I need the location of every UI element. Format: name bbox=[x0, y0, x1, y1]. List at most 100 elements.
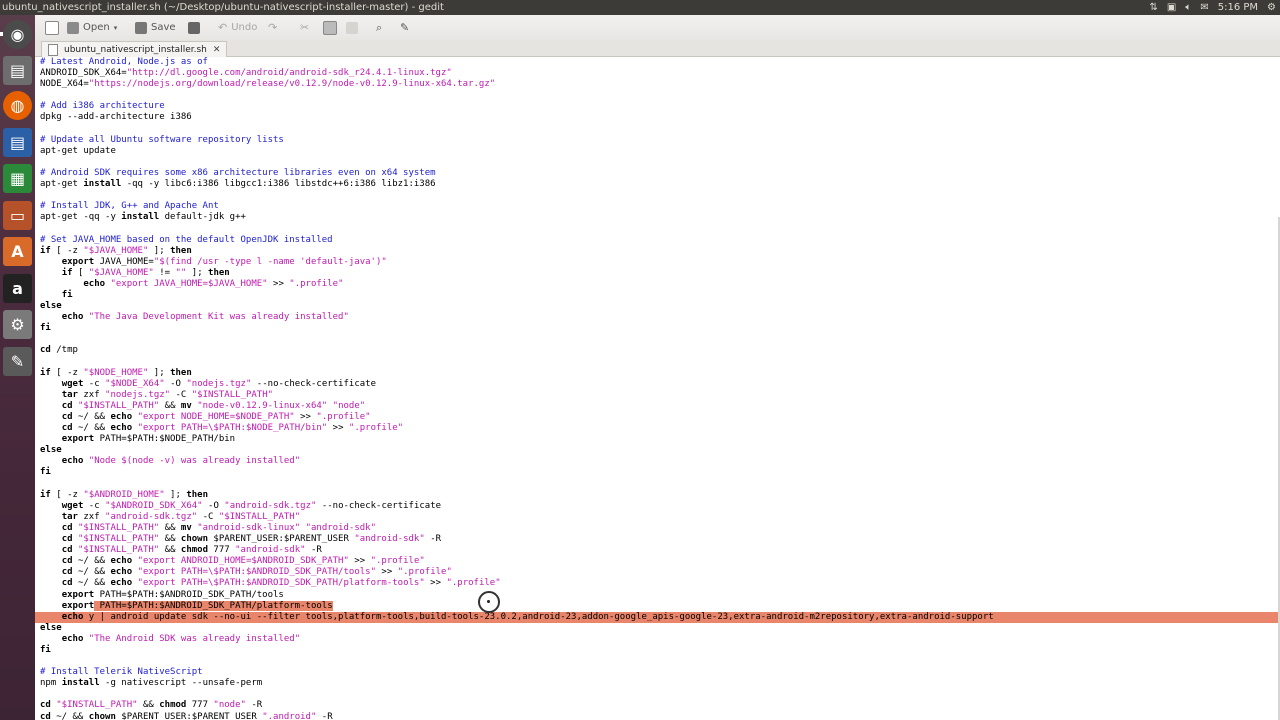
code-line[interactable]: echo "The Java Development Kit was alrea… bbox=[40, 312, 1280, 323]
code-line[interactable]: fi bbox=[40, 290, 1280, 301]
code-token: [ -z bbox=[50, 367, 84, 378]
code-line[interactable]: cd ~/ && echo "export ANDROID_HOME=$ANDR… bbox=[40, 556, 1280, 567]
code-line[interactable] bbox=[40, 190, 1280, 201]
code-token: "node" bbox=[213, 700, 246, 711]
code-line[interactable] bbox=[40, 223, 1280, 234]
gedit-icon[interactable]: ✎ bbox=[3, 347, 32, 376]
clock[interactable]: 5:16 PM bbox=[1218, 0, 1258, 15]
close-icon[interactable]: ✕ bbox=[213, 45, 221, 55]
code-line[interactable] bbox=[40, 689, 1280, 700]
code-line[interactable] bbox=[40, 479, 1280, 490]
code-line[interactable]: # Install JDK, G++ and Apache Ant bbox=[40, 201, 1280, 212]
code-line[interactable]: tar zxf "android-sdk.tgz" -C "$INSTALL_P… bbox=[40, 512, 1280, 523]
system-settings-icon[interactable]: ⚙ bbox=[3, 310, 32, 339]
code-line[interactable]: cd "$INSTALL_PATH" && mv "node-v0.12.9-l… bbox=[40, 401, 1280, 412]
cut-button[interactable]: ✂ bbox=[300, 19, 309, 36]
open-label: Open bbox=[83, 22, 110, 33]
code-line[interactable]: cd "$INSTALL_PATH" && mv "android-sdk-li… bbox=[40, 523, 1280, 534]
code-line[interactable]: if [ -z "$NODE_HOME" ]; then bbox=[40, 368, 1280, 379]
copy-button[interactable] bbox=[323, 19, 337, 36]
find-button[interactable]: ⌕ bbox=[376, 19, 382, 36]
code-token: default-jdk g++ bbox=[159, 212, 246, 223]
code-token: --no-check-certificate bbox=[316, 500, 442, 511]
mail-icon[interactable]: ✉ bbox=[1200, 0, 1208, 15]
code-line[interactable]: cd ~/ && echo "export PATH=\$PATH:$ANDRO… bbox=[40, 567, 1280, 578]
code-line[interactable]: tar zxf "nodejs.tgz" -C "$INSTALL_PATH" bbox=[40, 390, 1280, 401]
code-line[interactable] bbox=[40, 90, 1280, 101]
amazon-icon[interactable]: a bbox=[3, 274, 32, 303]
new-document-button[interactable] bbox=[45, 19, 59, 36]
code-line[interactable]: dpkg --add-architecture i386 bbox=[40, 112, 1280, 123]
code-line[interactable]: apt-get -qq -y install default-jdk g++ bbox=[40, 212, 1280, 223]
code-line[interactable]: cd "$INSTALL_PATH" && chown $PARENT_USER… bbox=[40, 534, 1280, 545]
code-line[interactable]: fi bbox=[40, 645, 1280, 656]
code-line[interactable]: ANDROID_SDK_X64="http://dl.google.com/an… bbox=[40, 68, 1280, 79]
code-line[interactable]: # Latest Android, Node.js as of bbox=[40, 57, 1280, 68]
chevron-down-icon[interactable]: ▾ bbox=[114, 24, 118, 32]
code-line[interactable]: wget -c "$ANDROID_SDK_X64" -O "android-s… bbox=[40, 501, 1280, 512]
code-line[interactable]: echo y | android update sdk --no-ui --fi… bbox=[35, 611, 1280, 623]
code-line[interactable]: cd ~/ && chown $PARENT_USER:$PARENT_USER… bbox=[40, 712, 1280, 720]
code-line[interactable]: else bbox=[40, 623, 1280, 634]
code-line[interactable] bbox=[40, 656, 1280, 667]
file-manager-icon[interactable]: ▤ bbox=[3, 56, 32, 85]
open-button[interactable]: Open ▾ bbox=[67, 19, 117, 36]
code-line[interactable]: export PATH=$PATH:$ANDROID_SDK_PATH/plat… bbox=[40, 600, 1280, 612]
code-line[interactable]: if [ -z "$JAVA_HOME" ]; then bbox=[40, 246, 1280, 257]
code-line[interactable]: cd /tmp bbox=[40, 345, 1280, 356]
text-editor[interactable]: # Latest Android, Node.js as of ANDROID_S… bbox=[35, 57, 1280, 720]
firefox-icon[interactable]: ◍ bbox=[3, 91, 32, 120]
code-line[interactable]: else bbox=[40, 301, 1280, 312]
undo-button[interactable]: ↶ Undo bbox=[218, 19, 257, 36]
volume-icon[interactable]: 🔈︎ bbox=[1185, 0, 1191, 15]
code-line[interactable]: cd "$INSTALL_PATH" && chmod 777 "android… bbox=[40, 545, 1280, 556]
code-line[interactable]: apt-get update bbox=[40, 146, 1280, 157]
code-line[interactable]: fi bbox=[40, 467, 1280, 478]
code-line[interactable]: # Android SDK requires some x86 architec… bbox=[40, 168, 1280, 179]
code-line[interactable]: # Update all Ubuntu software repository … bbox=[40, 135, 1280, 146]
code-line[interactable]: cd ~/ && echo "export PATH=\$PATH:$ANDRO… bbox=[40, 578, 1280, 589]
code-line[interactable]: fi bbox=[40, 323, 1280, 334]
code-line[interactable]: npm install -g nativescript --unsafe-per… bbox=[40, 678, 1280, 689]
sort-arrows-icon[interactable]: ⇅ bbox=[1150, 0, 1158, 15]
tab-installer-script[interactable]: ubuntu_nativescript_installer.sh ✕ bbox=[41, 41, 228, 57]
code-line[interactable] bbox=[40, 124, 1280, 135]
code-line[interactable]: export PATH=$PATH:$ANDROID_SDK_PATH/tool… bbox=[40, 590, 1280, 601]
redo-button[interactable]: ↷ bbox=[268, 19, 277, 36]
replace-button[interactable]: ✎ bbox=[400, 19, 409, 36]
code-line[interactable]: # Install Telerik NativeScript bbox=[40, 667, 1280, 678]
code-line[interactable]: else bbox=[40, 445, 1280, 456]
code-line[interactable]: # Set JAVA_HOME based on the default Ope… bbox=[40, 235, 1280, 246]
code-line[interactable] bbox=[40, 334, 1280, 345]
code-line[interactable]: cd "$INSTALL_PATH" && chmod 777 "node" -… bbox=[40, 700, 1280, 711]
code-line[interactable]: if [ -z "$ANDROID_HOME" ]; then bbox=[40, 490, 1280, 501]
code-line[interactable]: cd ~/ && echo "export PATH=\$PATH:$NODE_… bbox=[40, 423, 1280, 434]
code-view[interactable]: # Latest Android, Node.js as of ANDROID_S… bbox=[35, 57, 1280, 720]
gear-icon[interactable]: ⚙ bbox=[1267, 0, 1276, 15]
code-line[interactable]: echo "export JAVA_HOME=$JAVA_HOME" >> ".… bbox=[40, 279, 1280, 290]
save-button[interactable]: Save bbox=[135, 19, 176, 36]
code-line[interactable]: export JAVA_HOME="$(find /usr -type l -n… bbox=[40, 257, 1280, 268]
code-line[interactable]: apt-get install -qq -y libc6:i386 libgcc… bbox=[40, 179, 1280, 190]
code-line[interactable]: export PATH=$PATH:$NODE_PATH/bin bbox=[40, 434, 1280, 445]
print-button[interactable] bbox=[188, 19, 200, 36]
launcher: ◉ ▤ ◍ ▤ ▦ ▭ A a ⚙ ✎ bbox=[0, 15, 36, 720]
software-center-icon[interactable]: A bbox=[3, 237, 32, 266]
code-line[interactable] bbox=[40, 157, 1280, 168]
code-line[interactable]: NODE_X64="https://nodejs.org/download/re… bbox=[40, 79, 1280, 90]
keyboard-icon[interactable]: ▣ bbox=[1167, 0, 1176, 15]
code-line[interactable]: # Add i386 architecture bbox=[40, 101, 1280, 112]
code-token: then bbox=[186, 489, 209, 500]
code-line[interactable]: echo "The Android SDK was already instal… bbox=[40, 634, 1280, 645]
code-line[interactable]: wget -c "$NODE_X64" -O "nodejs.tgz" --no… bbox=[40, 379, 1280, 390]
libreoffice-calc-icon[interactable]: ▦ bbox=[3, 164, 32, 193]
ubuntu-dash-icon[interactable]: ◉ bbox=[3, 20, 32, 49]
code-line[interactable]: if [ "$JAVA_HOME" != "" ]; then bbox=[40, 268, 1280, 279]
code-line[interactable]: cd ~/ && echo "export NODE_HOME=$NODE_PA… bbox=[40, 412, 1280, 423]
code-line[interactable] bbox=[40, 357, 1280, 368]
code-line[interactable]: echo "Node $(node -v) was already instal… bbox=[40, 456, 1280, 467]
libreoffice-writer-icon[interactable]: ▤ bbox=[3, 128, 32, 157]
paste-button[interactable] bbox=[346, 19, 358, 36]
libreoffice-impress-icon[interactable]: ▭ bbox=[3, 201, 32, 230]
